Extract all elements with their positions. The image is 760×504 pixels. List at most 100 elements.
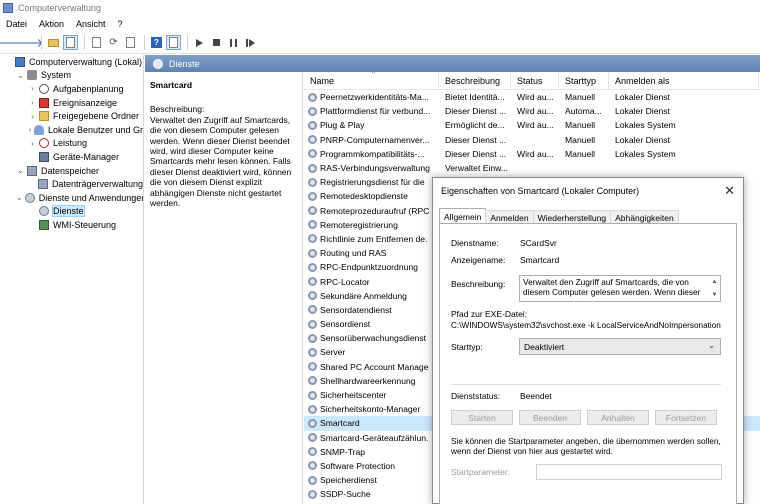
- close-icon[interactable]: ✕: [724, 183, 735, 199]
- service-row[interactable]: Programmkompatibilitäts-... Dieser Dienst…: [304, 147, 760, 161]
- tree-node[interactable]: ⌄ Dienste und Anwendungen: [0, 191, 143, 205]
- service-gear-icon: [308, 489, 317, 499]
- service-name-cell: Smartcard: [304, 418, 439, 428]
- properties-icon: [92, 37, 101, 48]
- service-gear-icon: [308, 206, 317, 216]
- service-name-text: Richtlinie zum Entfernen de.: [320, 233, 428, 244]
- tab-anmelden[interactable]: Anmelden: [485, 210, 534, 224]
- service-name-cell: Sicherheitscenter: [304, 390, 439, 400]
- column-description[interactable]: Beschreibung: [439, 72, 511, 90]
- expand-icon[interactable]: ›: [28, 84, 37, 93]
- forward-button[interactable]: 🡒: [11, 35, 43, 50]
- service-name-cell: Remotedesktopdienste: [304, 191, 439, 201]
- service-gear-icon: [308, 447, 317, 457]
- tree-node[interactable]: Datenträgerverwaltung: [0, 177, 143, 191]
- restart-service-button[interactable]: [243, 35, 258, 50]
- start-type-select[interactable]: Deaktiviert ⌄: [519, 338, 721, 355]
- service-name-cell: Routing und RAS: [304, 248, 439, 258]
- scroll-down-icon[interactable]: ▼: [712, 290, 718, 300]
- expand-icon[interactable]: ›: [28, 98, 37, 107]
- column-log-on-as[interactable]: Anmelden als: [609, 72, 759, 90]
- properties-dialog: Eigenschaften von Smartcard (Lokaler Com…: [432, 177, 744, 504]
- start-service-button[interactable]: [192, 35, 207, 50]
- computer-icon: [15, 56, 25, 67]
- shared-folder-icon: [39, 111, 49, 122]
- service-row[interactable]: PNRP-Computernamenver... Dieser Dienst ..…: [304, 133, 760, 147]
- tree-node[interactable]: Dienste: [0, 205, 143, 219]
- service-gear-icon: [308, 347, 317, 357]
- stop-service-button[interactable]: [209, 35, 224, 50]
- service-name-cell: Shared PC Account Manage: [304, 362, 439, 372]
- service-row[interactable]: Plattformdienst für verbund... Dieser Die…: [304, 104, 760, 118]
- tree-node[interactable]: Geräte-Manager: [0, 150, 143, 164]
- menu-aktion[interactable]: Aktion: [39, 19, 64, 29]
- service-gear-icon: [308, 163, 317, 173]
- collapse-icon[interactable]: ⌄: [16, 71, 25, 80]
- service-row[interactable]: Plug & Play Ermöglicht de... Wird au... Man…: [304, 118, 760, 132]
- properties-button[interactable]: [89, 35, 104, 50]
- tree-node[interactable]: ⌄ System: [0, 69, 143, 83]
- up-folder-button[interactable]: [46, 35, 61, 50]
- exe-path-label: Pfad zur EXE-Datei:: [451, 309, 528, 319]
- help-button[interactable]: ?: [149, 35, 164, 50]
- tree-node[interactable]: › Aufgabenplanung: [0, 82, 143, 96]
- service-name-cell: SNMP-Trap: [304, 447, 439, 457]
- tree-node[interactable]: › Lokale Benutzer und Gr: [0, 123, 143, 137]
- menu-ansicht[interactable]: Ansicht: [76, 19, 106, 29]
- service-name-text: Remoteregistrierung: [320, 219, 398, 230]
- services-list-header: ^ Name Beschreibung Status Starttyp Anme…: [304, 72, 760, 90]
- storage-icon: [27, 165, 37, 176]
- pause-service-button[interactable]: [226, 35, 241, 50]
- tab-abhaengigkeiten[interactable]: Abhängigkeiten: [610, 210, 679, 224]
- expand-icon[interactable]: ›: [28, 112, 37, 121]
- service-description-cell: Verwaltet Einw...: [445, 163, 509, 174]
- forward-arrow-icon: 🡒: [11, 36, 44, 50]
- stop-icon: [213, 39, 220, 46]
- tree-node[interactable]: › Ereignisanzeige: [0, 96, 143, 110]
- service-row[interactable]: Peernetzwerkidentitäts-Ma... Bietet Ident…: [304, 90, 760, 104]
- description-textbox[interactable]: Verwaltet den Zugriff auf Smartcards, di…: [519, 275, 721, 302]
- tab-allgemein[interactable]: Allgemein: [439, 208, 487, 224]
- action-pane-button[interactable]: [166, 35, 181, 50]
- tree-node[interactable]: › Freigegebene Ordner: [0, 109, 143, 123]
- start-button[interactable]: Starten: [451, 410, 513, 425]
- service-name-text: Plattformdienst für verbund...: [320, 106, 431, 117]
- tab-wiederherstellung[interactable]: Wiederherstellung: [532, 210, 612, 224]
- column-start-type[interactable]: Starttyp: [559, 72, 609, 90]
- tree-node[interactable]: › Leistung: [0, 137, 143, 151]
- expand-icon[interactable]: ›: [28, 125, 32, 134]
- service-name-cell: Sensordienst: [304, 319, 439, 329]
- event-viewer-icon: [39, 97, 49, 108]
- service-name-text: Sicherheitskonto-Manager: [320, 404, 421, 415]
- service-name-cell: Plug & Play: [304, 120, 439, 130]
- collapse-icon[interactable]: ⌄: [16, 166, 25, 175]
- service-gear-icon: [308, 106, 317, 116]
- device-manager-icon: [39, 151, 49, 162]
- tree-node[interactable]: WMI-Steuerung: [0, 218, 143, 232]
- window-titlebar: Computerverwaltung: [0, 0, 760, 15]
- collapse-icon[interactable]: ⌄: [16, 193, 23, 202]
- export-list-icon: [126, 37, 135, 48]
- column-status[interactable]: Status: [511, 72, 559, 90]
- scroll-up-icon[interactable]: ▲: [712, 277, 718, 287]
- menu-datei[interactable]: Datei: [6, 19, 27, 29]
- service-gear-icon: [308, 234, 317, 244]
- resume-button[interactable]: Fortsetzen: [655, 410, 717, 425]
- services-header-title: Dienste: [169, 58, 200, 69]
- services-gear-icon: [153, 58, 163, 69]
- start-parameters-input[interactable]: [536, 464, 722, 480]
- pause-button[interactable]: Anhalten: [587, 410, 649, 425]
- tree-node[interactable]: Computerverwaltung (Lokal): [0, 55, 143, 69]
- service-row[interactable]: RAS-Verbindungsverwaltung Verwaltet Einw.…: [304, 161, 760, 175]
- show-hide-tree-button[interactable]: [63, 35, 78, 50]
- tree-node[interactable]: ⌄ Datenspeicher: [0, 164, 143, 178]
- service-name-cell: Shellhardwareerkennung: [304, 376, 439, 386]
- menu-help[interactable]: ?: [118, 19, 123, 29]
- stop-button[interactable]: Beenden: [519, 410, 581, 425]
- service-description-cell: Dieser Dienst ...: [445, 134, 507, 145]
- refresh-button[interactable]: ⟳: [106, 35, 121, 50]
- export-list-button[interactable]: [123, 35, 138, 50]
- menu-bar: Datei Aktion Ansicht ?: [0, 15, 760, 32]
- description-scrollbar[interactable]: ▲ ▼: [710, 277, 719, 300]
- expand-icon[interactable]: ›: [28, 139, 37, 148]
